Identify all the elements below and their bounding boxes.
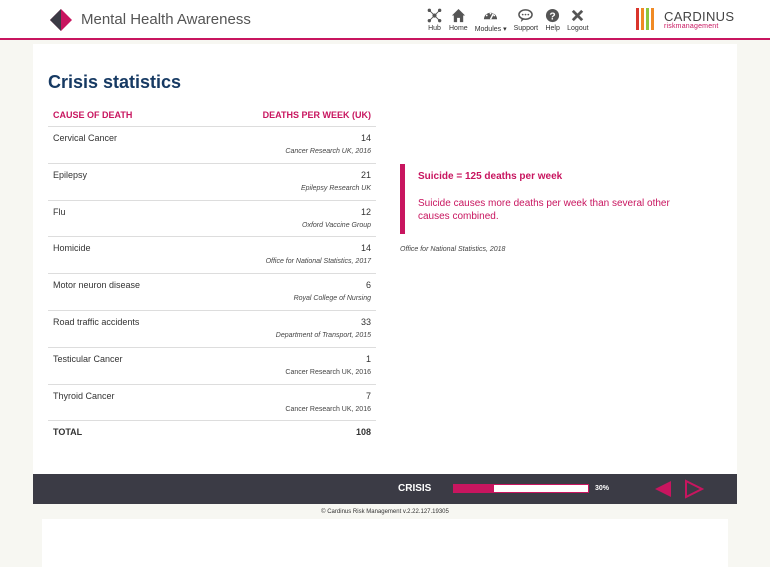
bottom-panel (42, 519, 728, 567)
row-source: Epilepsy Research UK (300, 184, 371, 192)
column-header-cause: CAUSE OF DEATH (53, 110, 133, 120)
brand-bar (646, 8, 649, 30)
row-deaths: 14 (360, 133, 371, 143)
help-icon: ? (546, 8, 560, 22)
progress-bar (453, 484, 589, 493)
total-label: TOTAL (53, 427, 83, 438)
copyright-text: © Cardinus Risk Management v.2.22.127.19… (321, 509, 449, 515)
row-deaths: 21 (360, 169, 371, 180)
total-value: 108 (355, 427, 371, 438)
row-deaths: 7 (365, 390, 371, 401)
row-source: Oxford Vaccine Group (302, 221, 371, 229)
brand-bar (651, 8, 654, 30)
section-label: CRISIS (398, 483, 432, 494)
row-deaths: 33 (360, 316, 371, 327)
callout-source: Office for National Statistics, 2018 (400, 246, 506, 253)
callout-heading: Suicide = 125 deaths per week (418, 171, 563, 182)
table-row: Thyroid Cancer 7 Cancer Research UK, 2016 (48, 385, 376, 422)
dashboard-icon (484, 12, 498, 20)
row-cause: Flu (53, 206, 66, 217)
row-cause: Road traffic accidents (53, 316, 140, 327)
row-source: Cancer Research UK, 2016 (285, 405, 371, 413)
row-deaths: 1 (365, 353, 371, 364)
table-row: Motor neuron disease 6 Royal College of Nu… (48, 274, 376, 311)
table-row: Road traffic accidents 33 Department of Tr… (48, 311, 376, 348)
footer-bar: CRISIS 30% (33, 474, 737, 504)
nav-support[interactable]: Support (513, 8, 539, 33)
brand-name: CARDINUS (664, 9, 735, 24)
hub-icon (427, 8, 442, 23)
content-panel: Crisis statistics CAUSE OF DEATH DEATHS … (33, 44, 737, 474)
row-deaths: 6 (365, 280, 371, 291)
previous-button[interactable] (653, 479, 673, 499)
arrow-left-icon (655, 481, 671, 497)
brand-bar (641, 8, 644, 30)
row-cause: Cervical Cancer (53, 133, 118, 143)
column-header-deaths: DEATHS PER WEEK (UK) (262, 110, 371, 120)
nav-home-label: Home (449, 25, 468, 32)
row-source: Royal College of Nursing (293, 295, 371, 303)
table-header: CAUSE OF DEATH DEATHS PER WEEK (UK) (48, 105, 376, 127)
progress-percent: 30% (595, 485, 610, 492)
suicide-callout: Suicide = 125 deaths per week Suicide ca… (400, 164, 700, 234)
nav-hub-label: Hub (428, 25, 441, 32)
nav-modules-label: Modules ▾ (474, 26, 507, 33)
nav-home[interactable]: Home (449, 8, 468, 33)
top-nav: Hub Home Modules ▾ Support ? Help Logout (427, 8, 596, 33)
nav-modules[interactable]: Modules ▾ (475, 8, 507, 33)
app-header: Mental Health Awareness Hub Home Modules… (0, 0, 770, 40)
row-cause: Homicide (53, 243, 91, 254)
table-body: Cervical Cancer 14 Cancer Research UK, 201… (48, 127, 376, 422)
row-source: Cancer Research UK, 2016 (285, 368, 371, 376)
callout-body: Suicide causes more deaths per week than… (418, 198, 670, 222)
brand-bar (636, 8, 639, 30)
table-row: Flu 12 Oxford Vaccine Group (48, 201, 376, 238)
table-row: Homicide 14 Office for National Statistics… (48, 237, 376, 275)
home-icon (451, 8, 465, 23)
table-row: Cervical Cancer 14 Cancer Research UK, 201… (48, 127, 376, 164)
row-cause: Thyroid Cancer (53, 390, 115, 401)
page-title: Crisis statistics (48, 72, 182, 92)
arrow-right-icon (685, 479, 704, 499)
row-source: Cancer Research UK, 2016 (285, 148, 371, 155)
table-row: Testicular Cancer 1 Cancer Research UK, 20… (48, 348, 376, 385)
nav-logout-label: Logout (567, 25, 589, 32)
close-icon (572, 9, 584, 22)
row-cause: Epilepsy (53, 169, 88, 180)
chat-icon (518, 9, 534, 23)
row-source: Office for National Statistics, 2017 (265, 258, 371, 266)
table-total-row: TOTAL 108 (48, 421, 376, 443)
nav-support-label: Support (513, 25, 539, 32)
table-row: Epilepsy 21 Epilepsy Research UK (48, 164, 376, 201)
app-title: Mental Health Awareness (81, 11, 251, 28)
statistics-table: CAUSE OF DEATH DEATHS PER WEEK (UK) Cerv… (48, 105, 376, 443)
nav-help[interactable]: ? Help (545, 8, 560, 33)
progress-fill (454, 485, 495, 492)
row-cause: Motor neuron disease (53, 280, 141, 291)
svg-text:?: ? (549, 11, 555, 22)
nav-hub[interactable]: Hub (427, 8, 442, 33)
brand-bars-icon (636, 8, 656, 30)
row-deaths: 14 (360, 243, 371, 254)
app-logo-icon (50, 9, 72, 31)
row-source: Department of Transport, 2015 (275, 331, 371, 339)
row-deaths: 12 (360, 206, 371, 217)
nav-help-label: Help (545, 25, 560, 32)
brand-tagline: riskmanagement (664, 23, 719, 30)
nav-logout[interactable]: Logout (567, 8, 589, 33)
next-button[interactable] (684, 479, 704, 499)
row-cause: Testicular Cancer (53, 353, 123, 364)
